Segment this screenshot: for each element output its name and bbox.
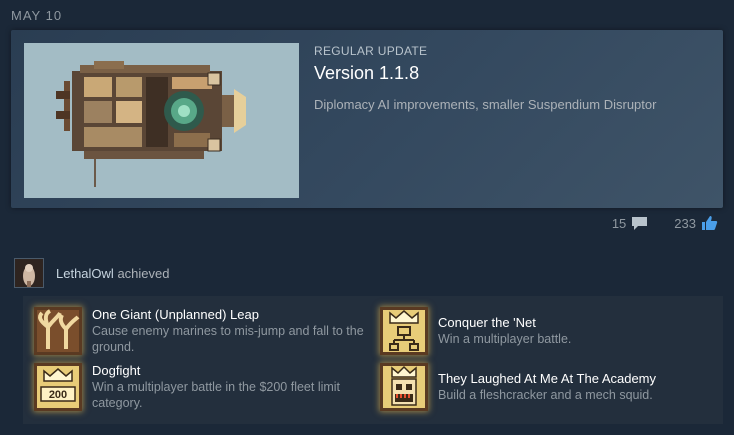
news-description: Diplomacy AI improvements, smaller Suspe… xyxy=(314,97,657,112)
news-card[interactable]: REGULAR UPDATE Version 1.1.8 Diplomacy A… xyxy=(11,30,723,208)
thumbs-up-icon xyxy=(702,216,718,230)
news-thumbnail[interactable] xyxy=(24,43,299,198)
owl-avatar-icon xyxy=(15,259,43,287)
news-type-label: REGULAR UPDATE xyxy=(314,44,428,58)
airship-image xyxy=(24,43,299,198)
achievement-name: Dogfight xyxy=(92,363,141,378)
achievement-name: One Giant (Unplanned) Leap xyxy=(92,307,259,322)
crown-network-icon xyxy=(380,307,428,355)
achievement-item[interactable]: 200 Dogfight Win a multiplayer battle in… xyxy=(34,363,369,411)
skull-crown-icon xyxy=(380,363,428,411)
palm-tree-icon xyxy=(34,307,82,355)
news-stats: 15 233 xyxy=(612,215,718,231)
achievement-badge-text: 200 xyxy=(49,389,67,401)
achievement-item[interactable]: They Laughed At Me At The Academy Build … xyxy=(380,363,715,411)
activity-action: achieved xyxy=(117,265,170,281)
achievement-name: They Laughed At Me At The Academy xyxy=(438,371,657,386)
like-count: 233 xyxy=(674,215,696,231)
crown-200-icon: 200 xyxy=(34,363,82,411)
avatar[interactable] xyxy=(14,258,44,288)
comment-count: 15 xyxy=(611,215,627,231)
achievement-item[interactable]: Conquer the 'Net Win a multiplayer battl… xyxy=(380,307,715,355)
achievement-name: Conquer the 'Net xyxy=(438,315,536,330)
comments-stat[interactable]: 15 xyxy=(612,216,648,231)
achievement-item[interactable]: One Giant (Unplanned) Leap Cause enemy m… xyxy=(34,307,369,355)
activity-header: LethalOwl achieved xyxy=(14,258,169,288)
comment-icon xyxy=(632,216,648,230)
achievement-description: Build a fleshcracker and a mech squid. xyxy=(438,388,653,402)
username-link[interactable]: LethalOwl xyxy=(56,266,114,281)
achievement-description: Win a multiplayer battle. xyxy=(438,332,572,346)
feed-date: MAY 10 xyxy=(11,8,63,23)
news-title[interactable]: Version 1.1.8 xyxy=(314,63,714,84)
likes-stat[interactable]: 233 xyxy=(674,215,718,231)
achievement-description: Cause enemy marines to mis-jump and fall… xyxy=(92,324,364,354)
achievement-description: Win a multiplayer battle in the $200 fle… xyxy=(92,380,341,410)
achievements-panel: One Giant (Unplanned) Leap Cause enemy m… xyxy=(23,296,723,424)
